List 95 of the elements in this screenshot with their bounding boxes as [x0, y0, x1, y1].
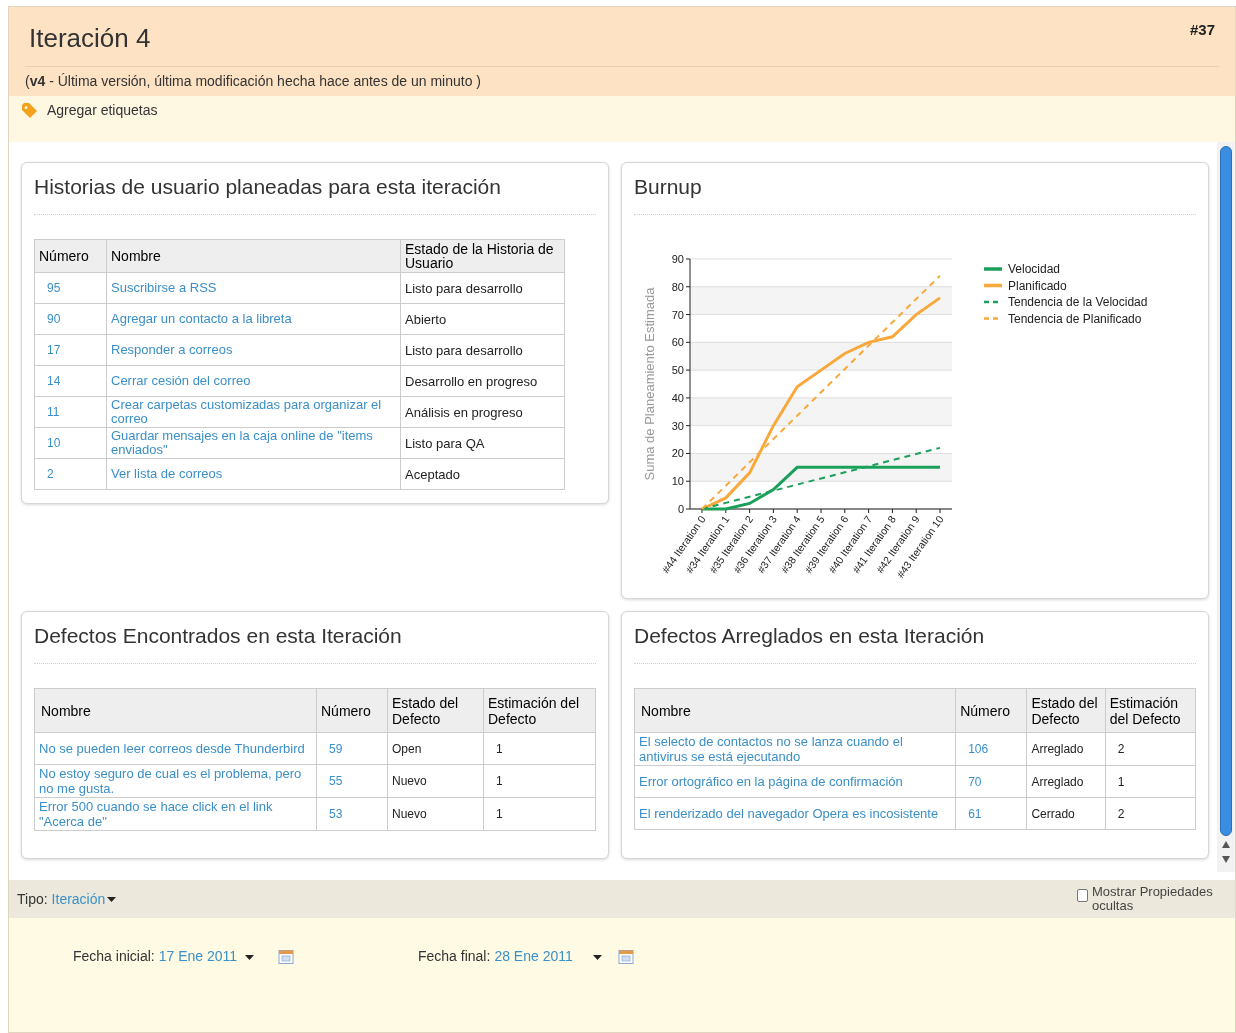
table-cell[interactable]: 10 — [34, 427, 107, 459]
scroll-up-icon[interactable] — [1222, 839, 1230, 849]
table-cell[interactable]: El selecto de contactos no se lanza cuando el antivirus se está ejecutando — [634, 732, 956, 766]
start-date-label: Fecha inicial: — [73, 947, 155, 967]
table-cell[interactable]: Ver lista de correos — [106, 458, 401, 490]
table-cell: Cerrado — [1026, 797, 1106, 830]
caret-icon[interactable] — [107, 896, 117, 902]
table-cell[interactable]: Agregar un contacto a la libreta — [106, 303, 401, 335]
table-cell: 1 — [483, 764, 596, 798]
column-header: Estado de la Historia de Usuario — [400, 239, 565, 273]
y-tick-label: 60 — [671, 336, 684, 349]
table-cell[interactable]: 17 — [34, 334, 107, 366]
table-cell: 1 — [1105, 765, 1196, 798]
caret-icon[interactable] — [245, 955, 255, 960]
table-cell[interactable]: 70 — [955, 765, 1027, 798]
scrollbar-thumb[interactable] — [1220, 145, 1232, 836]
panel-title: Defectos Arreglados en esta Iteración — [634, 622, 986, 649]
table-cell[interactable]: 61 — [955, 797, 1027, 830]
checkbox[interactable] — [1077, 889, 1088, 903]
table-cell: Arreglado — [1026, 732, 1106, 766]
y-tick-label: 10 — [671, 475, 684, 488]
start-date-value[interactable]: 17 Ene 2011 — [158, 946, 238, 968]
page-title: Iteración 4 — [28, 22, 151, 55]
column-header: Estado del Defecto — [1026, 688, 1106, 733]
legend-swatch — [984, 284, 1002, 288]
column-header: Nombre — [34, 688, 317, 733]
y-tick-label: 20 — [671, 447, 684, 460]
checkbox-label: Mostrar Propiedades ocultas — [1091, 885, 1214, 914]
legend-label: Velocidad — [1008, 262, 1061, 277]
legend-label: Tendencia de Planificado — [1008, 311, 1142, 326]
type-dropdown[interactable]: Iteración — [51, 888, 117, 910]
table-cell[interactable]: 2 — [34, 458, 107, 490]
legend-swatch — [984, 267, 1002, 272]
end-date-value[interactable]: 28 Ene 2011 — [494, 946, 573, 968]
table-cell[interactable]: No se pueden leer correos desde Thunderbird — [34, 732, 317, 765]
caret-icon[interactable] — [592, 955, 602, 960]
table-cell[interactable]: No estoy seguro de cual es el problema, pero no me gusta. — [34, 764, 317, 798]
table-cell: Nuevo — [387, 797, 484, 831]
column-header: Nombre — [106, 239, 401, 273]
y-tick-label: 90 — [671, 253, 684, 266]
end-date-label: Fecha final: — [418, 947, 491, 967]
y-tick-label: 80 — [671, 281, 684, 294]
table-cell[interactable]: Suscribirse a RSS — [106, 272, 401, 304]
table-cell[interactable]: El renderizado del navegador Opera es incosistente — [634, 797, 956, 830]
table-cell[interactable]: 55 — [316, 764, 388, 798]
column-header: Número — [316, 688, 388, 733]
table-cell: Listo para desarrollo — [400, 272, 565, 304]
panel-title: Historias de usuario planeadas para esta iteración — [34, 173, 502, 200]
table-cell: Desarrollo en progreso — [400, 365, 565, 397]
add-tags-button[interactable]: Agregar etiquetas — [47, 100, 158, 121]
column-header: Número — [955, 688, 1027, 733]
column-header: Estimación del Defecto — [1105, 688, 1196, 733]
legend-label: Planificado — [1008, 278, 1067, 293]
table-cell: Open — [387, 732, 484, 765]
table-cell: Aceptado — [400, 458, 565, 490]
table-cell[interactable]: Crear carpetas customizadas para organizar el correo — [106, 396, 401, 428]
column-header: Nombre — [634, 688, 956, 733]
y-tick-label: 30 — [671, 420, 684, 433]
table-cell[interactable]: 59 — [316, 732, 388, 765]
table-cell: 2 — [1105, 797, 1196, 830]
version-info: (v4 - Última versión, última modificación hecha hace antes de un minuto ) — [25, 73, 481, 89]
table-cell: Listo para QA — [400, 427, 565, 459]
column-header: Estado del Defecto — [387, 688, 484, 733]
table-cell[interactable]: 11 — [34, 396, 107, 428]
type-label: Tipo: — [17, 889, 48, 909]
scroll-down-icon[interactable] — [1222, 854, 1230, 864]
table-cell: Arreglado — [1026, 765, 1106, 798]
table-cell: Abierto — [400, 303, 565, 335]
panel-title: Defectos Encontrados en esta Iteración — [34, 622, 403, 649]
item-number: #37 — [1189, 20, 1216, 40]
table-cell[interactable]: 53 — [316, 797, 388, 831]
table-cell[interactable]: Responder a correos — [106, 334, 401, 366]
y-axis-label: Suma de Planeamiento Estimada — [642, 287, 657, 481]
column-header: Número — [34, 239, 107, 273]
table-cell: 1 — [483, 797, 596, 831]
table-cell[interactable]: 90 — [34, 303, 107, 335]
table-cell[interactable]: Cerrar cesión del correo — [106, 365, 401, 397]
y-tick-label: 70 — [671, 308, 684, 321]
y-tick-label: 40 — [671, 392, 684, 405]
table-cell[interactable]: Error ortográfico en la página de confirmación — [634, 765, 956, 798]
column-header: Estimación del Defecto — [483, 688, 596, 733]
y-tick-label: 50 — [671, 364, 684, 377]
table-cell[interactable]: Error 500 cuando se hace click en el link "Acerca de" — [34, 797, 317, 831]
table-cell[interactable]: 95 — [34, 272, 107, 304]
y-tick-label: 0 — [677, 503, 684, 516]
table-cell[interactable]: 106 — [955, 732, 1027, 766]
legend-label: Tendencia de la Velocidad — [1008, 295, 1148, 310]
panel-title: Burnup — [634, 173, 703, 200]
table-cell: Nuevo — [387, 764, 484, 798]
table-cell: 2 — [1105, 732, 1196, 766]
table-cell: Listo para desarrollo — [400, 334, 565, 366]
table-cell[interactable]: 14 — [34, 365, 107, 397]
table-cell: Análisis en progreso — [400, 396, 565, 428]
table-cell[interactable]: Guardar mensajes en la caja online de "items enviados" — [106, 427, 401, 459]
table-cell: 1 — [483, 732, 596, 765]
